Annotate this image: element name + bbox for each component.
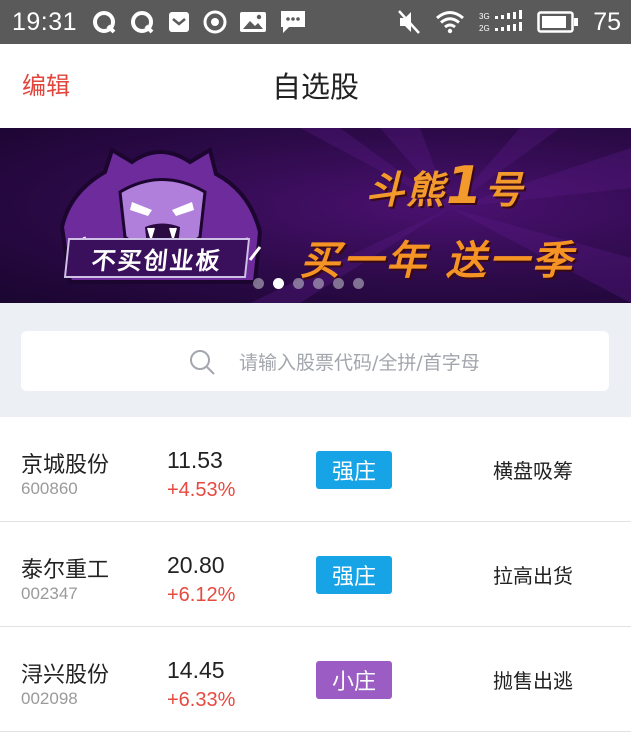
page-title: 自选股: [271, 70, 359, 104]
system-status: 3G 2G 75: [397, 0, 621, 44]
banner-title-number: 1: [446, 156, 485, 216]
stock-row[interactable]: 浔兴股份 002098 14.45 +6.33% 小庄 抛售出逃: [0, 627, 631, 732]
battery-level: 75: [593, 7, 621, 36]
carousel-dot[interactable]: [253, 278, 264, 289]
message-icon: [281, 11, 306, 33]
nav-bar: 编辑 自选股: [0, 44, 631, 128]
wifi-icon: [436, 11, 465, 34]
notification-icons: [91, 9, 307, 35]
banner-title-prefix: 斗熊: [366, 168, 447, 212]
carousel-dot[interactable]: [293, 278, 304, 289]
stock-row[interactable]: 泰尔重工 002347 20.80 +6.12% 强庄 拉高出货: [0, 522, 631, 627]
stock-change: +6.12%: [167, 584, 236, 606]
banner-tag: 不买创业板: [63, 238, 251, 278]
stock-change: +6.33%: [167, 689, 236, 711]
stock-price: 20.80: [167, 552, 225, 578]
battery-icon: [537, 11, 579, 33]
stock-name: 泰尔重工: [21, 558, 110, 583]
stock-name: 浔兴股份: [21, 663, 110, 688]
carousel-dot[interactable]: [353, 278, 364, 289]
stock-price: 11.53: [167, 447, 223, 473]
banner-title: 斗熊1号: [366, 156, 524, 216]
q-app-icon: [93, 11, 116, 34]
svg-text:2G: 2G: [479, 24, 490, 33]
carousel-dot[interactable]: [273, 278, 284, 289]
promo-banner[interactable]: 不买创业板 斗熊1号 买一年 送一季: [0, 128, 631, 303]
search-input[interactable]: 请输入股票代码/全拼/首字母: [21, 331, 609, 391]
status-bar: 19:31 3G 2G 75: [0, 0, 631, 44]
stock-badge: 强庄: [316, 556, 392, 594]
stock-row[interactable]: 京城股份 600860 11.53 +4.53% 强庄 横盘吸筹: [0, 417, 631, 522]
stock-change: +4.53%: [167, 479, 236, 501]
stock-code: 002098: [21, 689, 78, 708]
signal-icon: 3G2G: [479, 10, 523, 33]
stock-price: 14.45: [167, 657, 225, 683]
carousel-indicator: [253, 278, 364, 289]
stock-code: 002347: [21, 584, 78, 603]
image-icon: [240, 12, 267, 32]
mute-icon: [398, 10, 421, 34]
q-app-icon: [131, 11, 154, 34]
stock-signal: 拉高出货: [493, 564, 573, 588]
search-icon: [190, 350, 215, 375]
mail-icon: [169, 12, 190, 32]
stock-badge: 小庄: [316, 661, 392, 699]
status-time: 19:31: [12, 7, 78, 36]
stock-signal: 抛售出逃: [493, 669, 573, 693]
stock-name: 京城股份: [21, 453, 110, 478]
carousel-dot[interactable]: [333, 278, 344, 289]
banner-title-suffix: 号: [484, 168, 525, 212]
search-placeholder: 请输入股票代码/全拼/首字母: [239, 352, 480, 374]
stock-badge: 强庄: [316, 451, 392, 489]
carousel-dot[interactable]: [313, 278, 324, 289]
target-icon: [203, 10, 227, 34]
stock-signal: 横盘吸筹: [493, 459, 573, 483]
search-area: 请输入股票代码/全拼/首字母: [0, 303, 631, 417]
stock-code: 600860: [21, 479, 78, 498]
svg-text:3G: 3G: [479, 12, 490, 21]
